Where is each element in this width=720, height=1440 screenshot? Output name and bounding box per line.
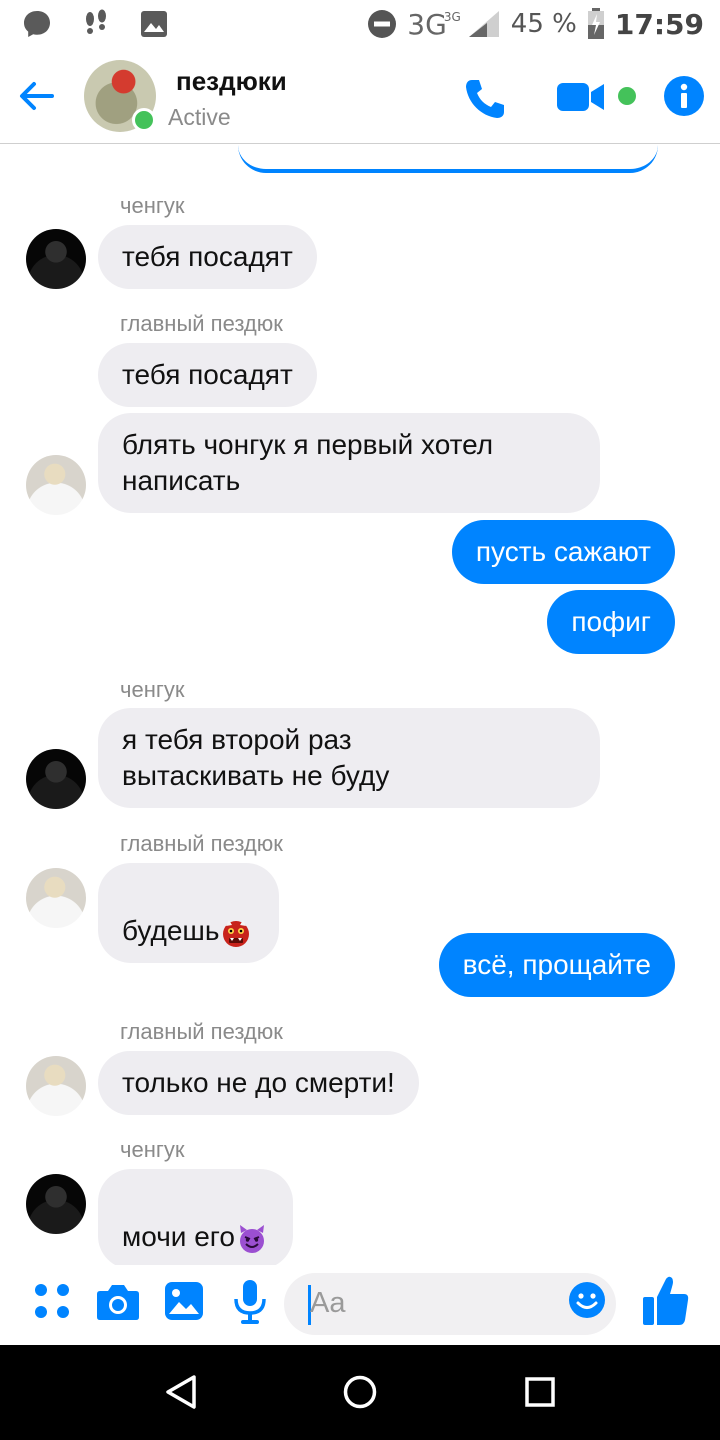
sender-name: ченгук [120, 1137, 185, 1162]
nav-recents-icon[interactable] [522, 1373, 558, 1411]
message-input[interactable]: Aa [284, 1273, 616, 1335]
avatar[interactable] [26, 1056, 86, 1116]
active-status: Active [168, 104, 231, 130]
input-placeholder: Aa [310, 1287, 346, 1319]
outgoing-message[interactable]: пофиг [547, 590, 675, 654]
nav-back-icon[interactable] [164, 1373, 198, 1411]
status-bar: 3G 3G 45 % 17:59 [0, 0, 720, 48]
sender-name: ченгук [120, 193, 185, 218]
ogre-emoji [223, 919, 250, 947]
microphone-icon[interactable] [232, 1279, 268, 1325]
composer-bar: Aa [0, 1265, 720, 1345]
incoming-message[interactable]: я тебя второй раз вытаскивать не буду [98, 708, 600, 808]
incoming-message[interactable]: блять чонгук я первый хотел написать [98, 413, 600, 513]
sender-name: главный пездюк [120, 831, 283, 856]
thumbs-up-icon[interactable] [642, 1275, 690, 1327]
previous-outgoing-bubble [238, 145, 658, 173]
image-icon[interactable] [164, 1281, 204, 1321]
clock: 17:59 [614, 7, 704, 41]
footprints-icon [86, 9, 106, 34]
status-system-info: 3G 3G 45 % 17:59 [367, 6, 704, 42]
smiling-devil-emoji [239, 1224, 264, 1253]
gallery-icon [141, 11, 167, 37]
message-text: будешь [122, 915, 220, 946]
network-type: 3G 3G [407, 7, 461, 41]
avatar[interactable] [26, 1174, 86, 1234]
nav-home-icon[interactable] [342, 1373, 378, 1411]
outgoing-message[interactable]: всё, прощайте [438, 933, 675, 997]
conversation-header: пездюки Active [0, 48, 720, 144]
sender-name: ченгук [120, 677, 185, 702]
info-icon[interactable] [664, 76, 704, 116]
battery-percent: 45 % [510, 9, 577, 39]
outgoing-message[interactable]: пусть сажают [451, 520, 675, 584]
video-active-dot [618, 87, 636, 105]
do-not-disturb-icon [368, 10, 397, 38]
battery-icon [587, 8, 604, 39]
status-notification-icons [22, 8, 168, 40]
emoji-icon[interactable] [568, 1281, 606, 1319]
conversation-title[interactable]: пездюки [176, 66, 287, 97]
incoming-message[interactable]: тебя посадят [98, 343, 317, 407]
back-arrow-icon[interactable] [16, 76, 56, 116]
avatar[interactable] [26, 749, 86, 809]
sender-name: главный пездюк [120, 1019, 283, 1044]
avatar[interactable] [26, 455, 86, 515]
incoming-message[interactable]: будешь [98, 863, 280, 963]
message-text: мочи его [122, 1221, 235, 1252]
signal-icon [468, 11, 499, 37]
menu-dots-icon[interactable] [32, 1281, 72, 1321]
incoming-message[interactable]: тебя посадят [98, 225, 317, 289]
online-indicator [132, 108, 156, 132]
phone-icon[interactable] [462, 76, 508, 122]
message-list[interactable]: ченгук тебя посадят главный пездюк тебя … [0, 145, 720, 1269]
incoming-message[interactable]: мочи его [98, 1169, 293, 1269]
video-camera-icon[interactable] [556, 80, 606, 114]
messenger-chat-icon [24, 11, 50, 37]
system-navigation-bar [0, 1345, 720, 1440]
avatar[interactable] [26, 868, 86, 928]
camera-icon[interactable] [96, 1283, 140, 1321]
avatar[interactable] [26, 229, 86, 289]
incoming-message[interactable]: только не до смерти! [98, 1051, 419, 1115]
sender-name: главный пездюк [120, 311, 283, 336]
